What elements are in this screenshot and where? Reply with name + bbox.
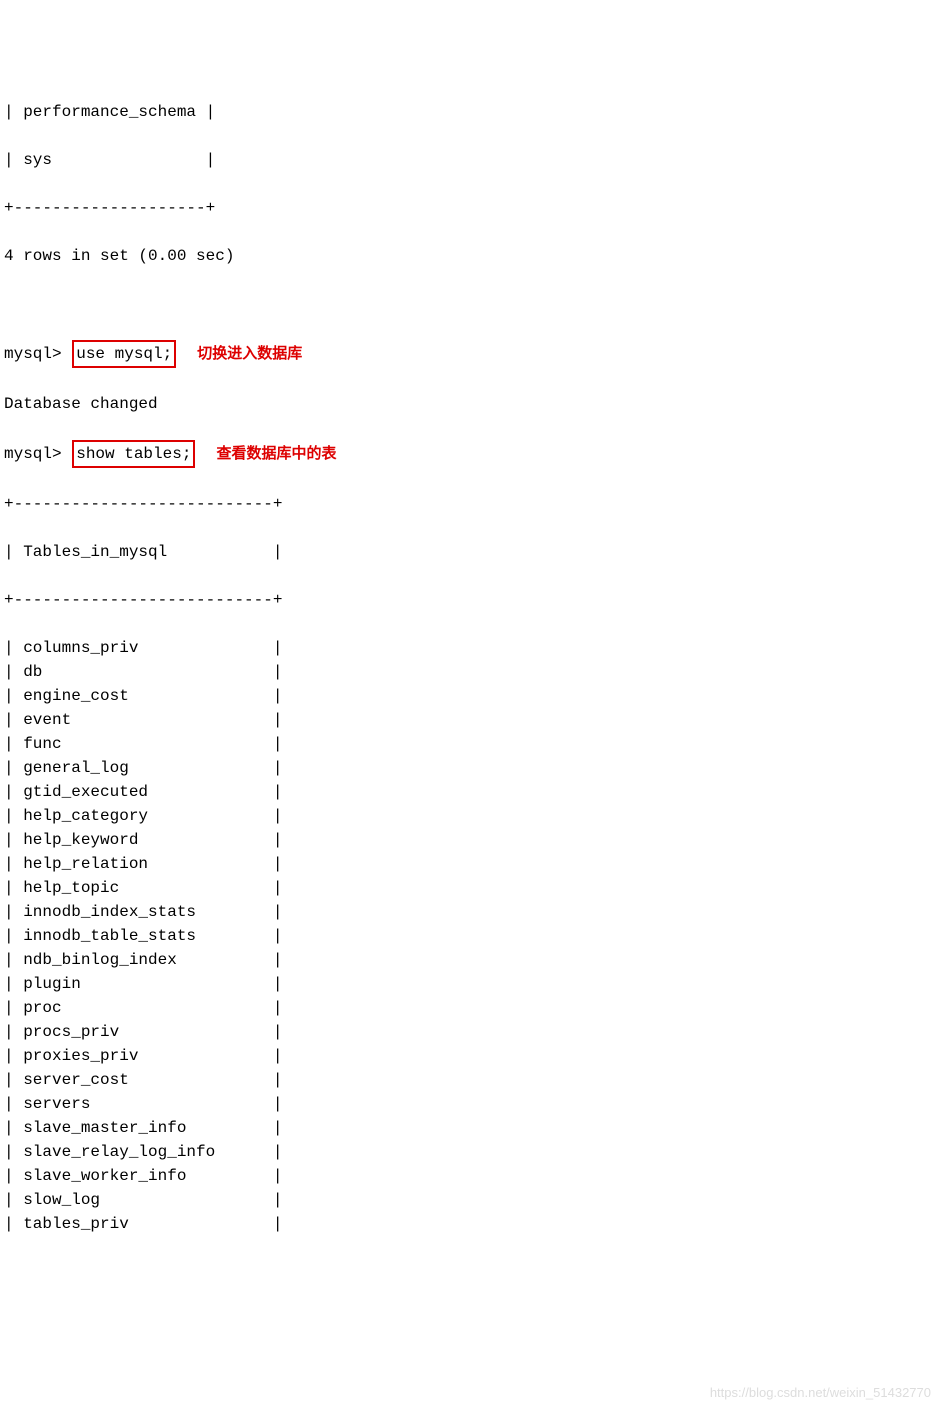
prompt: mysql> (4, 345, 62, 363)
table-row: | slow_log | (4, 1188, 937, 1212)
table-row: | slave_master_info | (4, 1116, 937, 1140)
db-changed-message: Database changed (4, 392, 937, 416)
annotation-switch-db: 切换进入数据库 (197, 343, 302, 366)
table-row: | slave_worker_info | (4, 1164, 937, 1188)
tables-list: | columns_priv || db || engine_cost || e… (4, 636, 937, 1236)
prompt: mysql> (4, 445, 62, 463)
table-row: | tables_priv | (4, 1212, 937, 1236)
table-row: | help_topic | (4, 876, 937, 900)
table-row: | help_category | (4, 804, 937, 828)
blank-line (4, 292, 937, 316)
table-row: | engine_cost | (4, 684, 937, 708)
table-row: | func | (4, 732, 937, 756)
command-line-1[interactable]: mysql> use mysql; 切换进入数据库 (4, 340, 937, 368)
table-row: | columns_priv | (4, 636, 937, 660)
table-row: | procs_priv | (4, 1020, 937, 1044)
table-row: | innodb_table_stats | (4, 924, 937, 948)
table-row: | proxies_priv | (4, 1044, 937, 1068)
table-row: | plugin | (4, 972, 937, 996)
table-row: | db | (4, 660, 937, 684)
table-header: | Tables_in_mysql | (4, 540, 937, 564)
command-line-2[interactable]: mysql> show tables; 查看数据库中的表 (4, 440, 937, 468)
row-count: 4 rows in set (0.00 sec) (4, 244, 937, 268)
table-border-top: +---------------------------+ (4, 492, 937, 516)
table-row: | proc | (4, 996, 937, 1020)
db-list-border: +--------------------+ (4, 196, 937, 220)
table-row: | servers | (4, 1092, 937, 1116)
table-row: | slave_relay_log_info | (4, 1140, 937, 1164)
command-use-mysql: use mysql; (72, 340, 176, 368)
table-row: | ndb_binlog_index | (4, 948, 937, 972)
annotation-show-tables: 查看数据库中的表 (216, 443, 336, 466)
table-border-mid: +---------------------------+ (4, 588, 937, 612)
table-row: | help_keyword | (4, 828, 937, 852)
db-list-row: | sys | (4, 148, 937, 172)
table-row: | event | (4, 708, 937, 732)
db-list-row: | performance_schema | (4, 100, 937, 124)
table-row: | innodb_index_stats | (4, 900, 937, 924)
table-row: | help_relation | (4, 852, 937, 876)
table-row: | server_cost | (4, 1068, 937, 1092)
watermark: https://blog.csdn.net/weixin_51432770 (710, 1383, 931, 1403)
table-row: | gtid_executed | (4, 780, 937, 804)
command-show-tables: show tables; (72, 440, 195, 468)
table-row: | general_log | (4, 756, 937, 780)
